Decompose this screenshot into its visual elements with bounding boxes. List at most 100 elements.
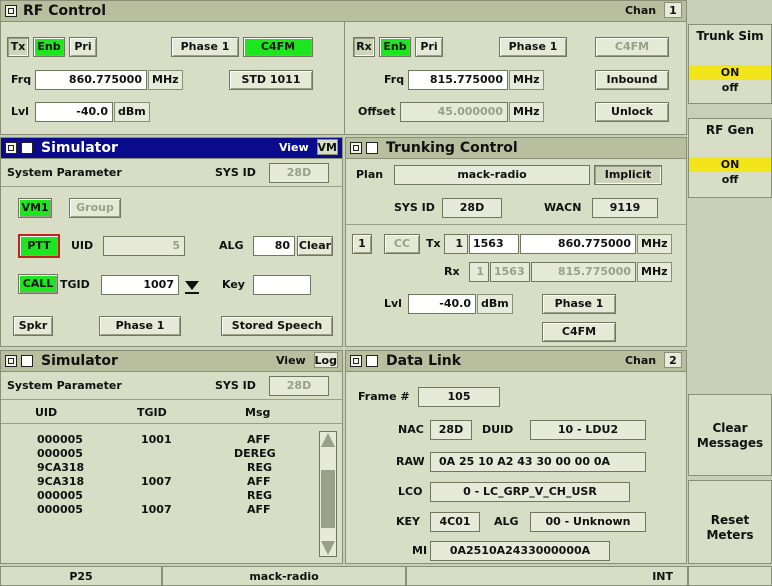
call-button[interactable]: CALL <box>18 274 58 294</box>
table-row[interactable]: 000005 1001 AFF <box>1 433 313 447</box>
clear-button[interactable]: Clear <box>297 236 333 256</box>
dropdown-icon[interactable] <box>21 142 33 154</box>
alg-field[interactable]: 80 <box>253 236 295 256</box>
rx-enable-button[interactable]: Enb <box>379 37 411 57</box>
tx-enable-button[interactable]: Enb <box>33 37 65 57</box>
tx-channel-field[interactable]: 1563 <box>469 234 519 254</box>
table-row[interactable]: 9CA318 1007 AFF <box>1 475 313 489</box>
view-value[interactable]: Log <box>313 352 338 368</box>
rx-toggle[interactable]: Rx <box>353 37 375 57</box>
implicit-button[interactable]: Implicit <box>594 165 662 185</box>
panel-menu-icon[interactable] <box>350 355 362 367</box>
system-parameter-label: System Parameter <box>7 166 122 179</box>
panel-menu-icon[interactable] <box>5 5 17 17</box>
frame-field: 105 <box>418 387 500 407</box>
rx-channel-field[interactable]: 1563 <box>490 262 530 282</box>
mi-field: 0A2510A2433000000A <box>430 541 610 561</box>
std-button[interactable]: STD 1011 <box>229 70 313 90</box>
sys-id-field[interactable]: 28D <box>269 163 329 183</box>
rx-band-field[interactable]: 1 <box>469 262 489 282</box>
rx-modulation-button[interactable]: C4FM <box>595 37 669 57</box>
reset-meters-button[interactable]: Reset Meters <box>688 480 772 564</box>
panel-menu-icon[interactable] <box>350 142 362 154</box>
log-scrollbar[interactable] <box>319 431 337 557</box>
rx-frequency-field[interactable]: 815.775000 <box>531 262 636 282</box>
tx-band-field[interactable]: 1 <box>444 234 468 254</box>
tgid-dropdown-icon[interactable] <box>181 275 203 295</box>
panel-menu-icon[interactable] <box>5 142 17 154</box>
wacn-field[interactable]: 9119 <box>592 198 658 218</box>
scroll-down-icon[interactable] <box>321 541 335 555</box>
ptt-button[interactable]: PTT <box>18 234 60 258</box>
sys-id-label: SYS ID <box>215 379 256 392</box>
dropdown-icon[interactable] <box>366 142 378 154</box>
key-field: 4C01 <box>430 512 480 532</box>
mi-label: MI <box>412 544 428 557</box>
tgid-field[interactable]: 1007 <box>101 275 179 295</box>
dropdown-icon[interactable] <box>21 355 33 367</box>
uid-field[interactable]: 5 <box>103 236 185 256</box>
tx-priority-button[interactable]: Pri <box>69 37 97 57</box>
chan-value[interactable]: 2 <box>664 352 682 368</box>
sys-id-field[interactable]: 28D <box>269 376 329 396</box>
plan-label: Plan <box>356 168 384 181</box>
unlock-button[interactable]: Unlock <box>595 102 669 122</box>
trunk-modulation-button[interactable]: C4FM <box>542 322 616 342</box>
table-row[interactable]: 000005 DEREG <box>1 447 313 461</box>
scroll-up-icon[interactable] <box>321 433 335 447</box>
chan-value[interactable]: 1 <box>664 2 682 18</box>
plan-field[interactable]: mack-radio <box>394 165 590 185</box>
offset-field[interactable]: 45.000000 <box>400 102 508 122</box>
trunk-sys-id-field[interactable]: 28D <box>442 198 502 218</box>
dropdown-icon[interactable] <box>366 355 378 367</box>
rf-gen-panel[interactable]: RF Gen ON off <box>688 118 772 198</box>
row-msg: AFF <box>247 475 271 488</box>
stored-speech-button[interactable]: Stored Speech <box>221 316 333 336</box>
row-uid: 9CA318 <box>37 461 85 474</box>
rx-phase-button[interactable]: Phase 1 <box>499 37 567 57</box>
key-field[interactable] <box>253 275 311 295</box>
speaker-button[interactable]: Spkr <box>13 316 53 336</box>
trunk-phase-button[interactable]: Phase 1 <box>542 294 616 314</box>
inbound-button[interactable]: Inbound <box>595 70 669 90</box>
rx-frequency-field[interactable]: 815.775000 <box>408 70 508 90</box>
table-row[interactable]: 9CA318 REG <box>1 461 313 475</box>
control-channel-button[interactable]: CC <box>384 234 420 254</box>
tx-phase-button[interactable]: Phase 1 <box>171 37 239 57</box>
duid-label: DUID <box>482 423 514 436</box>
clear-messages-label-2: Messages <box>696 436 764 450</box>
sys-id-label: SYS ID <box>394 201 435 214</box>
row-uid: 000005 <box>37 489 83 502</box>
channel-number-button[interactable]: 1 <box>352 234 372 254</box>
trunk-sim-panel[interactable]: Trunk Sim ON off <box>688 24 772 104</box>
trunk-level-field[interactable]: -40.0 <box>408 294 476 314</box>
trunk-sim-toggle[interactable]: ON off <box>689 65 771 97</box>
clear-messages-label-1: Clear <box>712 421 748 435</box>
sim-phase-button[interactable]: Phase 1 <box>99 316 181 336</box>
status-blank <box>688 566 772 586</box>
clear-messages-button[interactable]: Clear Messages <box>688 394 772 476</box>
system-parameter-label: System Parameter <box>7 379 122 392</box>
trunk-level-unit: dBm <box>477 294 513 314</box>
lvl-label: Lvl <box>384 297 402 310</box>
raw-field: 0A 25 10 A2 43 30 00 00 0A <box>430 452 646 472</box>
panel-menu-icon[interactable] <box>5 355 17 367</box>
tx-level-field[interactable]: -40.0 <box>35 102 113 122</box>
rf-control-chan: Chan 1 <box>625 1 682 21</box>
tx-frequency-unit: MHz <box>148 70 183 90</box>
data-link-panel: Data Link Chan 2 Frame # 105 NAC 28D DUI… <box>345 350 687 564</box>
tx-modulation-button[interactable]: C4FM <box>243 37 313 57</box>
rx-priority-button[interactable]: Pri <box>415 37 443 57</box>
rf-gen-toggle[interactable]: ON off <box>689 157 771 189</box>
scroll-thumb[interactable] <box>321 470 335 528</box>
tx-frequency-field[interactable]: 860.775000 <box>520 234 636 254</box>
table-row[interactable]: 000005 REG <box>1 489 313 503</box>
tx-frequency-field[interactable]: 860.775000 <box>35 70 147 90</box>
group-button[interactable]: Group <box>69 198 121 218</box>
simulator-vm-titlebar: Simulator View VM <box>1 138 342 159</box>
lco-field: 0 - LC_GRP_V_CH_USR <box>430 482 630 502</box>
vm1-button[interactable]: VM1 <box>18 198 52 218</box>
view-value[interactable]: VM <box>316 139 338 155</box>
tx-toggle[interactable]: Tx <box>7 37 29 57</box>
table-row[interactable]: 000005 1007 AFF <box>1 503 313 517</box>
